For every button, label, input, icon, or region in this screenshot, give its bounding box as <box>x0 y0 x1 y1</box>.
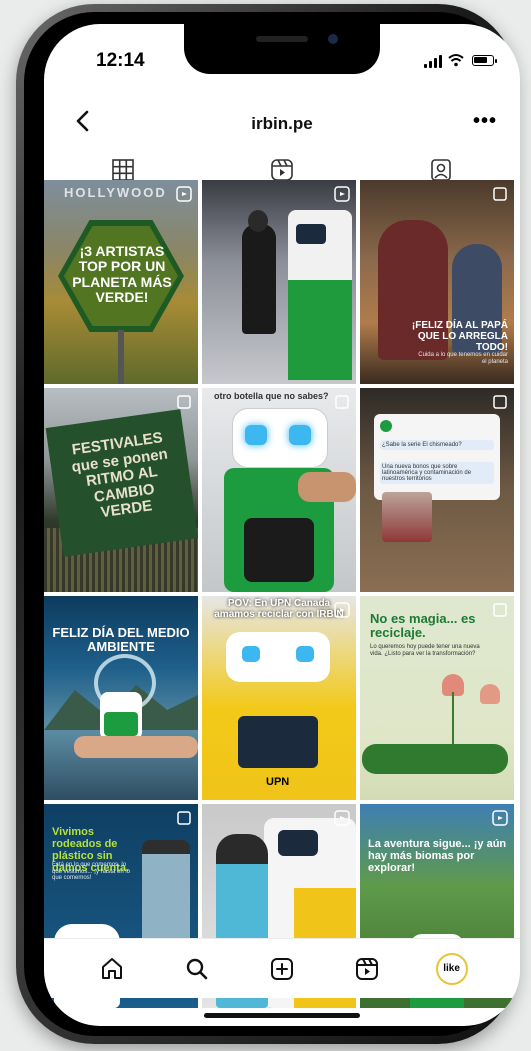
photo-thumbnail <box>382 492 432 542</box>
bottom-nav: like <box>44 938 520 998</box>
grid-icon <box>112 159 135 181</box>
profile-avatar: like <box>435 952 468 985</box>
post-caption: ¡3 ARTISTAS TOP POR UN PLANETA MÁS VERDE… <box>72 243 172 306</box>
screen-panel <box>238 716 318 768</box>
status-time: 12:14 <box>96 50 145 71</box>
profile-username: irbin.pe <box>251 114 313 133</box>
speaker <box>256 36 308 42</box>
post-subcaption: Cuida a lo que tenemos en cuidar el plan… <box>418 352 508 365</box>
reel-indicator-icon <box>176 186 192 202</box>
post-tile[interactable]: FESTIVALES que se ponen RITMO AL CAMBIO … <box>44 388 198 592</box>
carousel-indicator-icon <box>493 603 507 617</box>
carousel-indicator-icon <box>335 395 349 409</box>
post-tile[interactable]: FELIZ DÍA DEL MEDIO AMBIENTE <box>44 596 198 800</box>
post-subcaption: UPN <box>266 776 290 788</box>
create-icon <box>270 957 293 980</box>
nav-reels[interactable] <box>349 951 385 987</box>
hand-bottle <box>298 472 356 502</box>
profile-header: irbin.pe ••• <box>44 98 520 148</box>
nav-profile[interactable]: like <box>434 951 470 987</box>
robot-face <box>232 408 328 468</box>
reel-indicator-icon <box>334 810 350 826</box>
post-caption: otro botella que no sabes? <box>214 391 329 401</box>
person-figure <box>242 224 276 334</box>
robot-machine <box>288 210 352 380</box>
reel-indicator-icon <box>334 602 350 618</box>
post-tile[interactable]: ¿Sabe la serie El chismeado? Una nueva b… <box>360 388 514 592</box>
carousel-indicator-icon <box>177 811 191 825</box>
more-options-icon[interactable]: ••• <box>470 108 500 134</box>
sign-post <box>118 330 124 384</box>
post-tile[interactable]: otro botella que no sabes? <box>202 388 356 592</box>
carousel-indicator-icon <box>493 395 507 409</box>
post-caption: No es magia... es reciclaje. <box>370 611 476 641</box>
nav-home[interactable] <box>94 951 130 987</box>
chat-message-1: ¿Sabe la serie El chismeado? <box>380 440 494 450</box>
post-caption: La aventura sigue... ¡y aún hay más biom… <box>368 838 507 875</box>
post-caption: FELIZ DÍA DEL MEDIO AMBIENTE <box>52 625 190 655</box>
chat-message-2: Una nueva bonos que sobre latinoamérica … <box>380 462 494 484</box>
front-camera <box>328 34 338 44</box>
robot-face <box>226 632 330 682</box>
post-tile[interactable]: HOLLYWOOD ¡3 ARTISTAS TOP POR UN PLANETA… <box>44 180 198 384</box>
person-head <box>248 210 268 232</box>
tagged-icon <box>430 159 451 181</box>
reels-icon <box>271 159 293 181</box>
post-caption: FESTIVALES que se ponen RITMO AL CAMBIO … <box>70 429 169 522</box>
posts-grid: HOLLYWOOD ¡3 ARTISTAS TOP POR UN PLANETA… <box>44 180 520 1008</box>
post-subcaption: Lo queremos hoy puede tener una nueva vi… <box>370 644 480 657</box>
notch <box>184 24 380 74</box>
post-caption: ¡FELIZ DÍA AL PAPÁ QUE LO ARREGLA TODO! <box>411 320 508 353</box>
post-subcaption: Está en lo que comemos, lo que vestimos.… <box>52 862 131 882</box>
chat-avatar <box>380 420 392 432</box>
post-caption: POV: En UPN Canada amamos reciclar con I… <box>214 598 344 620</box>
home-icon <box>102 957 123 979</box>
post-tile[interactable]: No es magia... es reciclaje. Lo queremos… <box>360 596 514 800</box>
hand <box>74 736 198 758</box>
plant-stems <box>452 692 454 746</box>
nav-create[interactable] <box>264 951 300 987</box>
post-tile[interactable] <box>202 180 356 384</box>
reel-indicator-icon <box>492 810 508 826</box>
green-bottle <box>362 744 508 774</box>
reels-icon <box>355 957 378 980</box>
flower-2 <box>480 684 500 704</box>
nav-search[interactable] <box>179 951 215 987</box>
wifi-icon <box>448 54 464 67</box>
signal-icon <box>424 54 442 68</box>
chat-card: ¿Sabe la serie El chismeado? Una nueva b… <box>374 414 500 500</box>
carousel-indicator-icon <box>177 395 191 409</box>
reel-indicator-icon <box>334 186 350 202</box>
robot-figure <box>100 692 142 740</box>
home-indicator <box>204 1013 360 1018</box>
battery-icon <box>472 55 497 66</box>
screen: 12:14 irbin.pe ••• HOLLYWOOD ¡3 ARTISTAS… <box>44 24 520 1026</box>
search-icon <box>186 958 208 979</box>
post-tile[interactable]: ¡FELIZ DÍA AL PAPÁ QUE LO ARREGLA TODO! … <box>360 180 514 384</box>
post-indicator-icon <box>493 187 507 201</box>
post-tile[interactable]: POV: En UPN Canada amamos reciclar con I… <box>202 596 356 800</box>
post-caption-overlay: HOLLYWOOD <box>64 185 167 200</box>
